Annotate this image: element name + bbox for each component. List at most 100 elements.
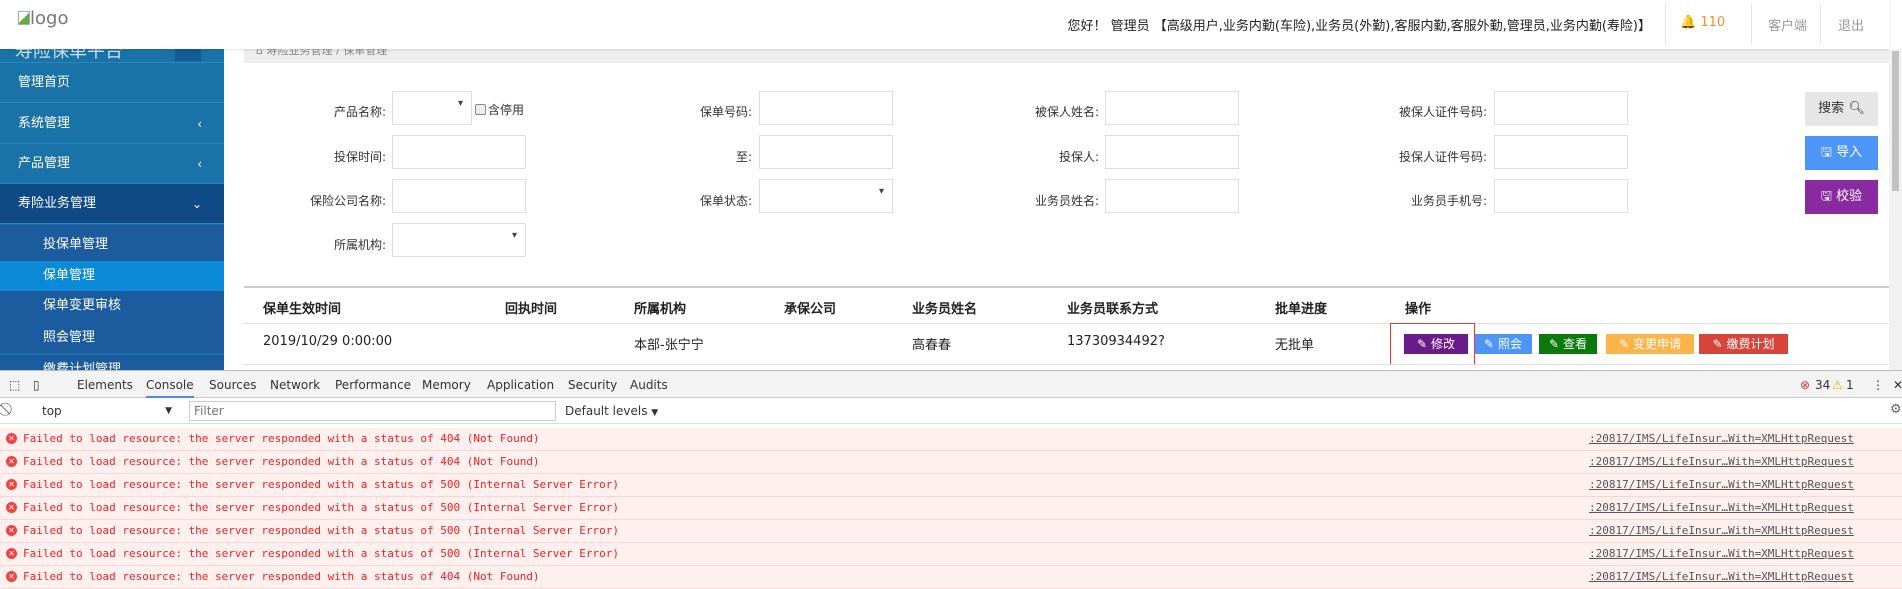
console-source-link[interactable]: :20817/IMS/LifeInsur…With=XMLHttpRequest <box>1589 428 1854 450</box>
breadcrumb: ⌂ 寿险业务管理 / 保单管理 <box>244 49 1889 63</box>
chevron-down-icon: ▼ <box>165 406 172 416</box>
insured-id-input[interactable] <box>1494 91 1628 125</box>
sidebar-item-life-business[interactable]: 寿险业务管理 ⌄ <box>0 184 224 224</box>
console-source-link[interactable]: :20817/IMS/LifeInsur…With=XMLHttpRequest <box>1589 520 1854 542</box>
verify-button[interactable]: 🖫 校验 <box>1805 180 1878 214</box>
save-icon: 🖫 <box>1820 189 1832 204</box>
error-icon: ✕ <box>6 433 17 444</box>
insure-time-from-input[interactable] <box>392 135 526 169</box>
tab-sources[interactable]: Sources <box>209 378 256 392</box>
column-header: 批单进度 <box>1275 302 1328 317</box>
sidebar-item-home[interactable]: 管理首页 <box>0 63 224 103</box>
sidebar-subitem-payment-plan[interactable]: 缴费计划管理 <box>0 355 224 370</box>
sidebar-subitem-policy[interactable]: 保单管理 <box>0 261 224 291</box>
console-source-link[interactable]: :20817/IMS/LifeInsur…With=XMLHttpRequest <box>1589 497 1854 519</box>
payment-plan-button[interactable]: ✎ 缴费计划 <box>1699 334 1788 354</box>
tab-performance[interactable]: Performance <box>335 378 411 392</box>
tab-audits[interactable]: Audits <box>630 378 668 392</box>
tab-console[interactable]: Console <box>146 378 194 398</box>
console-source-link[interactable]: :20817/IMS/LifeInsur…With=XMLHttpRequest <box>1589 566 1854 588</box>
tab-elements[interactable]: Elements <box>77 378 133 392</box>
console-source-link[interactable]: :20817/IMS/LifeInsur…With=XMLHttpRequest <box>1589 474 1854 496</box>
tab-memory[interactable]: Memory <box>422 378 471 392</box>
chevron-down-icon: ▼ <box>651 408 659 418</box>
sidebar: 寿险保单平台 管理首页 系统管理 ‹ 产品管理 ‹ 寿险业务管理 ⌄ 投保单管理 保单… <box>0 49 224 370</box>
bell-icon: 🔔 <box>1680 15 1697 30</box>
notifications-button[interactable]: 🔔 110 <box>1680 15 1725 30</box>
tab-network[interactable]: Network <box>270 378 320 392</box>
inspect-icon[interactable]: ⬚ <box>9 378 20 392</box>
context-select[interactable]: top ▼ <box>36 401 176 421</box>
logout-link[interactable]: 退出 <box>1838 15 1864 34</box>
sidebar-subitem-notice[interactable]: 照会管理 <box>0 323 224 353</box>
org-select[interactable] <box>392 223 526 257</box>
label-org: 所属机构: <box>333 238 386 252</box>
tab-application[interactable]: Application <box>487 378 554 392</box>
edit-icon: ✎ <box>1712 337 1723 351</box>
filter-input[interactable] <box>189 401 556 421</box>
levels-select[interactable]: Default levels ▼ <box>565 404 658 418</box>
scrollbar-thumb[interactable] <box>1892 51 1899 191</box>
include-disabled-checkbox[interactable] <box>475 104 486 115</box>
console-source-link[interactable]: :20817/IMS/LifeInsur…With=XMLHttpRequest <box>1589 543 1854 565</box>
sidebar-subitem-proposal[interactable]: 投保单管理 <box>0 225 224 261</box>
agent-phone-input[interactable] <box>1494 179 1628 213</box>
label-company: 保险公司名称: <box>309 194 386 208</box>
settings-gear-icon[interactable]: ⚙ <box>1890 402 1902 417</box>
applicant-id-input[interactable] <box>1494 135 1628 169</box>
insured-name-input[interactable] <box>1105 91 1239 125</box>
save-icon: 🖫 <box>1820 145 1832 160</box>
error-icon: ✕ <box>6 456 17 467</box>
highlight-box <box>1390 323 1475 365</box>
applicant-input[interactable] <box>1105 135 1239 169</box>
more-options-icon[interactable]: ⋮ <box>1872 378 1884 392</box>
client-link[interactable]: 客户端 <box>1768 15 1807 34</box>
console-message-text: Failed to load resource: the server resp… <box>23 455 540 468</box>
console-message-text: Failed to load resource: the server resp… <box>23 570 540 583</box>
label-agent-phone: 业务员手机号: <box>1410 194 1487 208</box>
column-header: 承保公司 <box>784 302 837 317</box>
tab-security[interactable]: Security <box>568 378 617 392</box>
notice-button[interactable]: ✎ 照会 <box>1474 334 1532 354</box>
page-scrollbar[interactable] <box>1889 49 1902 370</box>
warning-count[interactable]: 1 <box>1846 378 1854 392</box>
close-icon[interactable]: ✕ <box>1893 378 1902 392</box>
device-toolbar-icon[interactable]: ▯ <box>33 378 40 392</box>
company-input[interactable] <box>392 179 526 213</box>
label-insured-id: 被保人证件号码: <box>1398 105 1487 119</box>
breadcrumb-parent[interactable]: 寿险业务管理 <box>266 49 332 57</box>
edit-icon: ✎ <box>1549 337 1560 351</box>
policy-status-select[interactable] <box>759 179 893 213</box>
divider <box>244 323 1889 324</box>
label-include-disabled: 含停用 <box>488 103 525 117</box>
console-message-text: Failed to load resource: the server resp… <box>23 524 620 537</box>
sidebar-item-product[interactable]: 产品管理 ‹ <box>0 144 224 184</box>
chevron-left-icon: ‹ <box>197 117 202 131</box>
cell-effective-time: 2019/10/29 0:00:00 <box>263 334 393 349</box>
console-message: ✕ Failed to load resource: the server res… <box>0 520 1902 543</box>
import-button[interactable]: 🖫 导入 <box>1805 136 1878 170</box>
sidebar-toggle-button[interactable] <box>175 49 201 61</box>
error-icon: ✕ <box>6 479 17 490</box>
devtools-panel: ⬚ ▯ Elements Console Sources Network Per… <box>0 370 1902 589</box>
search-button[interactable]: 搜索 🔍︎ <box>1805 92 1878 126</box>
change-request-button[interactable]: ✎ 变更申请 <box>1606 334 1694 354</box>
label-to: 至: <box>735 150 752 164</box>
insure-time-to-input[interactable] <box>759 135 893 169</box>
edit-icon: ✎ <box>1619 337 1630 351</box>
chevron-down-icon: ⌄ <box>191 197 202 211</box>
agent-name-input[interactable] <box>1105 179 1239 213</box>
label-product-name: 产品名称: <box>333 105 386 119</box>
divider <box>1665 4 1666 44</box>
sidebar-item-system[interactable]: 系统管理 ‹ <box>0 104 224 144</box>
console-source-link[interactable]: :20817/IMS/LifeInsur…With=XMLHttpRequest <box>1589 451 1854 473</box>
error-count[interactable]: 34 <box>1815 378 1830 392</box>
error-icon: ✕ <box>6 502 17 513</box>
error-icon: ✕ <box>6 525 17 536</box>
sidebar-subitem-policy-change[interactable]: 保单变更审核 <box>0 291 224 323</box>
policy-no-input[interactable] <box>759 91 893 125</box>
console-message: ✕ Failed to load resource: the server res… <box>0 428 1902 451</box>
view-button[interactable]: ✎ 查看 <box>1539 334 1597 354</box>
top-header: logo 您好！ 管理员 【高级用户,业务内勤(车险),业务员(外勤),客服内勤… <box>0 0 1889 49</box>
product-name-select[interactable] <box>392 91 472 125</box>
